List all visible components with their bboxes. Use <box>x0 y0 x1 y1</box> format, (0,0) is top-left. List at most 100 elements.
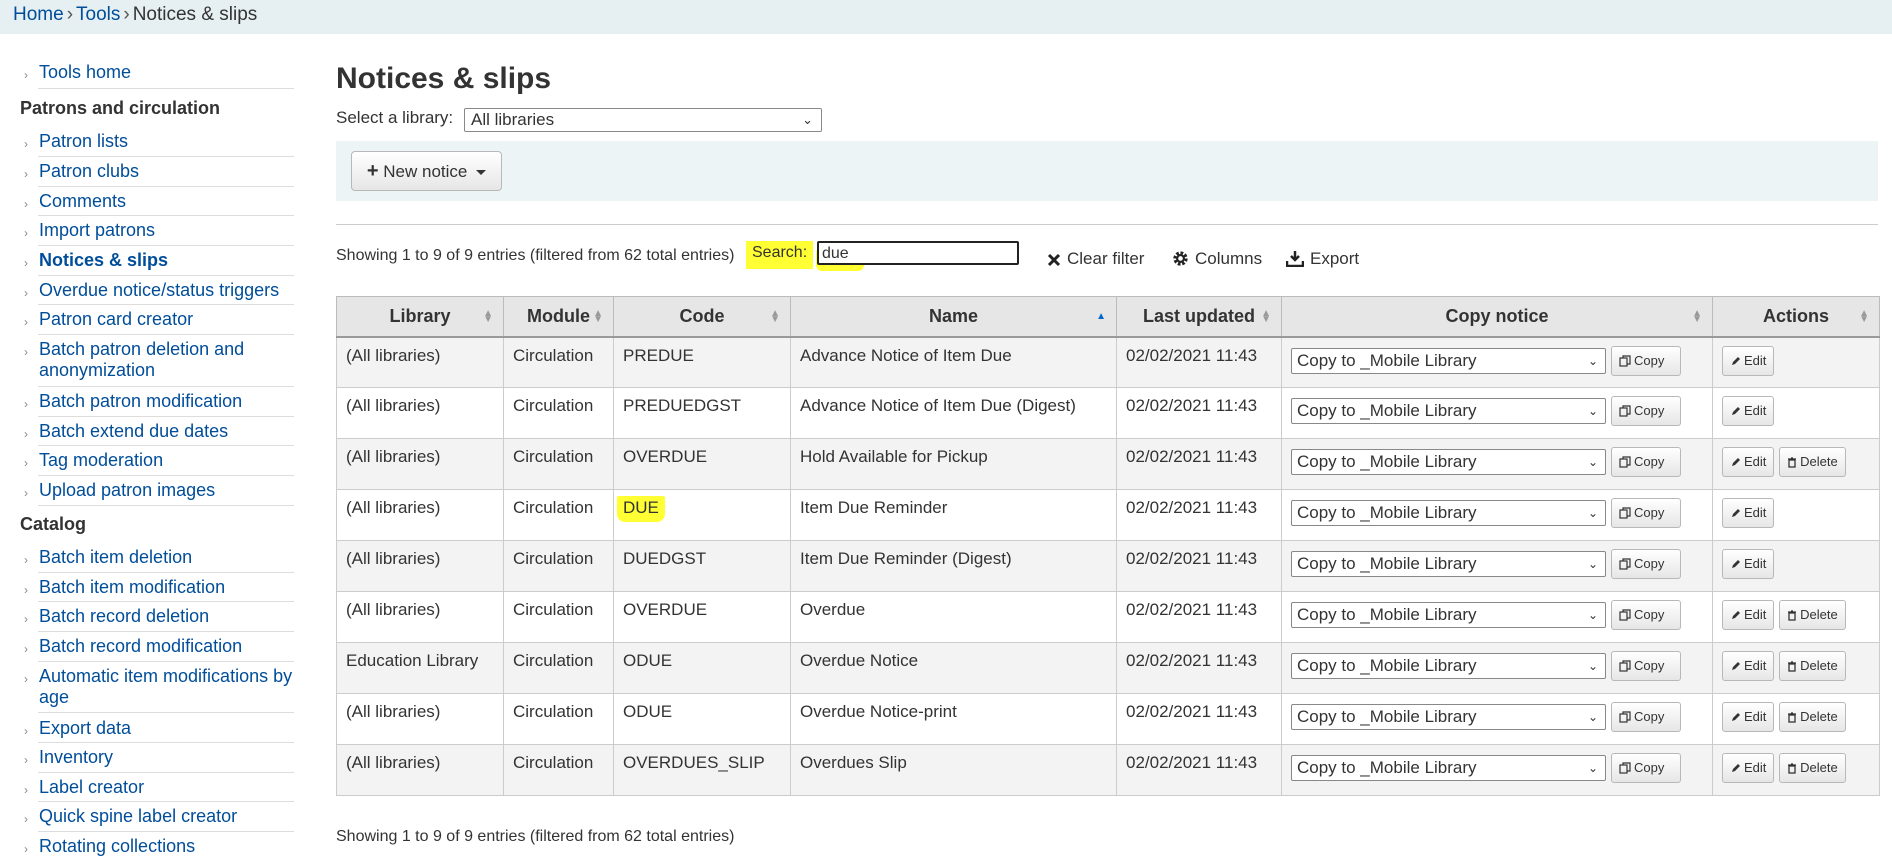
copy-button[interactable]: Copy <box>1611 651 1681 681</box>
library-select[interactable]: All libraries ⌄ <box>464 108 822 132</box>
copy-to-library-select[interactable]: Copy to _Mobile Library ⌄ <box>1291 653 1606 679</box>
code-text: OVERDUES_SLIP <box>623 753 765 772</box>
copy-button[interactable]: Copy <box>1611 396 1681 426</box>
sidebar-link[interactable]: Patron clubs <box>39 161 294 182</box>
clear-filter-link[interactable]: Clear filter <box>1047 249 1144 269</box>
header-module[interactable]: Module ▲ ▼ <box>503 296 614 338</box>
sidebar-link[interactable]: Batch extend due dates <box>39 421 294 442</box>
edit-button[interactable]: Edit <box>1722 753 1775 783</box>
edit-button[interactable]: Edit <box>1722 498 1775 528</box>
header-library[interactable]: Library ▲ ▼ <box>336 296 504 338</box>
library-select-label: Select a library: <box>336 108 454 127</box>
header-code[interactable]: Code ▲ ▼ <box>613 296 791 338</box>
breadcrumb-home-link[interactable]: Home <box>13 4 64 25</box>
toolbar: + New notice <box>336 141 1878 201</box>
columns-button[interactable]: Columns <box>1172 249 1262 269</box>
sidebar-link[interactable]: Batch record deletion <box>39 606 294 627</box>
sidebar-link[interactable]: Inventory <box>39 747 294 768</box>
cell-module: Circulation <box>503 540 614 592</box>
chevron-right-icon: › <box>24 672 28 686</box>
pencil-icon <box>1732 509 1740 517</box>
copy-to-library-select[interactable]: Copy to _Mobile Library ⌄ <box>1291 500 1606 526</box>
export-button[interactable]: Export <box>1285 249 1359 269</box>
cell-code: ODUE <box>613 693 791 745</box>
cell-copy-notice: Copy to _Mobile Library ⌄ Copy <box>1281 489 1713 541</box>
sidebar-link[interactable]: Notices & slips <box>39 250 294 271</box>
copy-select-value: Copy to _Mobile Library <box>1297 758 1477 777</box>
copy-button[interactable]: Copy <box>1611 753 1681 783</box>
edit-button-label: Edit <box>1744 658 1767 673</box>
breadcrumb-tools-link[interactable]: Tools <box>76 4 120 25</box>
cell-name: Advance Notice of Item Due <box>790 336 1117 388</box>
header-copy-notice[interactable]: Copy notice ▲ ▼ <box>1281 296 1713 338</box>
table-header-row: Library ▲ ▼ Module ▲ ▼ Code ▲ ▼ Name ▲ Last upd… <box>336 296 1880 338</box>
copy-button[interactable]: Copy <box>1611 600 1681 630</box>
table-row: (All libraries) Circulation DUE Item Due Re… <box>336 489 1880 541</box>
chevron-right-icon: › <box>24 753 28 767</box>
edit-button[interactable]: Edit <box>1722 702 1775 732</box>
copy-button[interactable]: Copy <box>1611 447 1681 477</box>
sidebar-link[interactable]: Label creator <box>39 777 294 798</box>
header-last-updated[interactable]: Last updated ▲ ▼ <box>1116 296 1282 338</box>
copy-button[interactable]: Copy <box>1611 702 1681 732</box>
new-notice-button[interactable]: + New notice <box>351 151 502 191</box>
edit-button[interactable]: Edit <box>1722 651 1775 681</box>
chevron-right-icon: › <box>24 486 28 500</box>
pencil-icon <box>1732 407 1740 415</box>
cell-library: (All libraries) <box>336 591 504 643</box>
sidebar-link[interactable]: Overdue notice/status triggers <box>39 280 294 301</box>
sidebar-link[interactable]: Automatic item modifications by age <box>39 666 294 708</box>
copy-to-library-select[interactable]: Copy to _Mobile Library ⌄ <box>1291 704 1606 730</box>
copy-button[interactable]: Copy <box>1611 498 1681 528</box>
delete-button[interactable]: Delete <box>1779 702 1846 732</box>
copy-to-library-select[interactable]: Copy to _Mobile Library ⌄ <box>1291 449 1606 475</box>
sidebar-link[interactable]: Rotating collections <box>39 836 294 857</box>
sidebar-link[interactable]: Batch item deletion <box>39 547 294 568</box>
edit-button[interactable]: Edit <box>1722 600 1775 630</box>
cell-name: Overdues Slip <box>790 744 1117 796</box>
edit-button[interactable]: Edit <box>1722 549 1775 579</box>
sidebar-link[interactable]: Batch patron modification <box>39 391 294 412</box>
sidebar-link[interactable]: Batch record modification <box>39 636 294 657</box>
header-actions[interactable]: Actions ▲ ▼ <box>1712 296 1880 338</box>
cell-module: Circulation <box>503 744 614 796</box>
chevron-right-icon: › <box>24 842 28 856</box>
sidebar-link[interactable]: Patron card creator <box>39 309 294 330</box>
pencil-icon <box>1732 611 1740 619</box>
edit-button[interactable]: Edit <box>1722 447 1775 477</box>
sidebar-link[interactable]: Quick spine label creator <box>39 806 294 827</box>
sidebar-link[interactable]: Comments <box>39 191 294 212</box>
copy-to-library-select[interactable]: Copy to _Mobile Library ⌄ <box>1291 755 1606 781</box>
sidebar-link[interactable]: Import patrons <box>39 220 294 241</box>
delete-button[interactable]: Delete <box>1779 651 1846 681</box>
chevron-right-icon: › <box>24 724 28 738</box>
table-row: (All libraries) Circulation OVERDUE Hold Av… <box>336 438 1880 490</box>
sidebar-link[interactable]: Patron lists <box>39 131 294 152</box>
search-input[interactable]: due <box>817 241 1019 265</box>
sidebar-link[interactable]: Export data <box>39 718 294 739</box>
delete-button[interactable]: Delete <box>1779 600 1846 630</box>
copy-to-library-select[interactable]: Copy to _Mobile Library ⌄ <box>1291 398 1606 424</box>
cell-copy-notice: Copy to _Mobile Library ⌄ Copy <box>1281 591 1713 643</box>
sidebar-link[interactable]: Batch item modification <box>39 577 294 598</box>
edit-button[interactable]: Edit <box>1722 396 1775 426</box>
sidebar-link[interactable]: Tag moderation <box>39 450 294 471</box>
table-row: (All libraries) Circulation DUEDGST Item Du… <box>336 540 1880 592</box>
delete-button[interactable]: Delete <box>1779 753 1846 783</box>
copy-button[interactable]: Copy <box>1611 549 1681 579</box>
copy-icon <box>1619 609 1631 621</box>
copy-to-library-select[interactable]: Copy to _Mobile Library ⌄ <box>1291 347 1606 374</box>
copy-button-label: Copy <box>1634 454 1665 469</box>
divider <box>38 572 294 573</box>
cell-name: Overdue Notice-print <box>790 693 1117 745</box>
edit-button[interactable]: Edit <box>1722 345 1775 376</box>
table-row: (All libraries) Circulation PREDUEDGST Adva… <box>336 387 1880 439</box>
sidebar-link[interactable]: Batch patron deletion and anonymization <box>39 339 294 381</box>
copy-button[interactable]: Copy <box>1611 345 1681 376</box>
header-name[interactable]: Name ▲ <box>790 296 1117 338</box>
delete-button[interactable]: Delete <box>1779 447 1846 477</box>
sidebar-link[interactable]: Upload patron images <box>39 480 294 501</box>
sidebar-link[interactable]: Tools home <box>39 62 294 83</box>
copy-to-library-select[interactable]: Copy to _Mobile Library ⌄ <box>1291 602 1606 628</box>
copy-to-library-select[interactable]: Copy to _Mobile Library ⌄ <box>1291 551 1606 577</box>
